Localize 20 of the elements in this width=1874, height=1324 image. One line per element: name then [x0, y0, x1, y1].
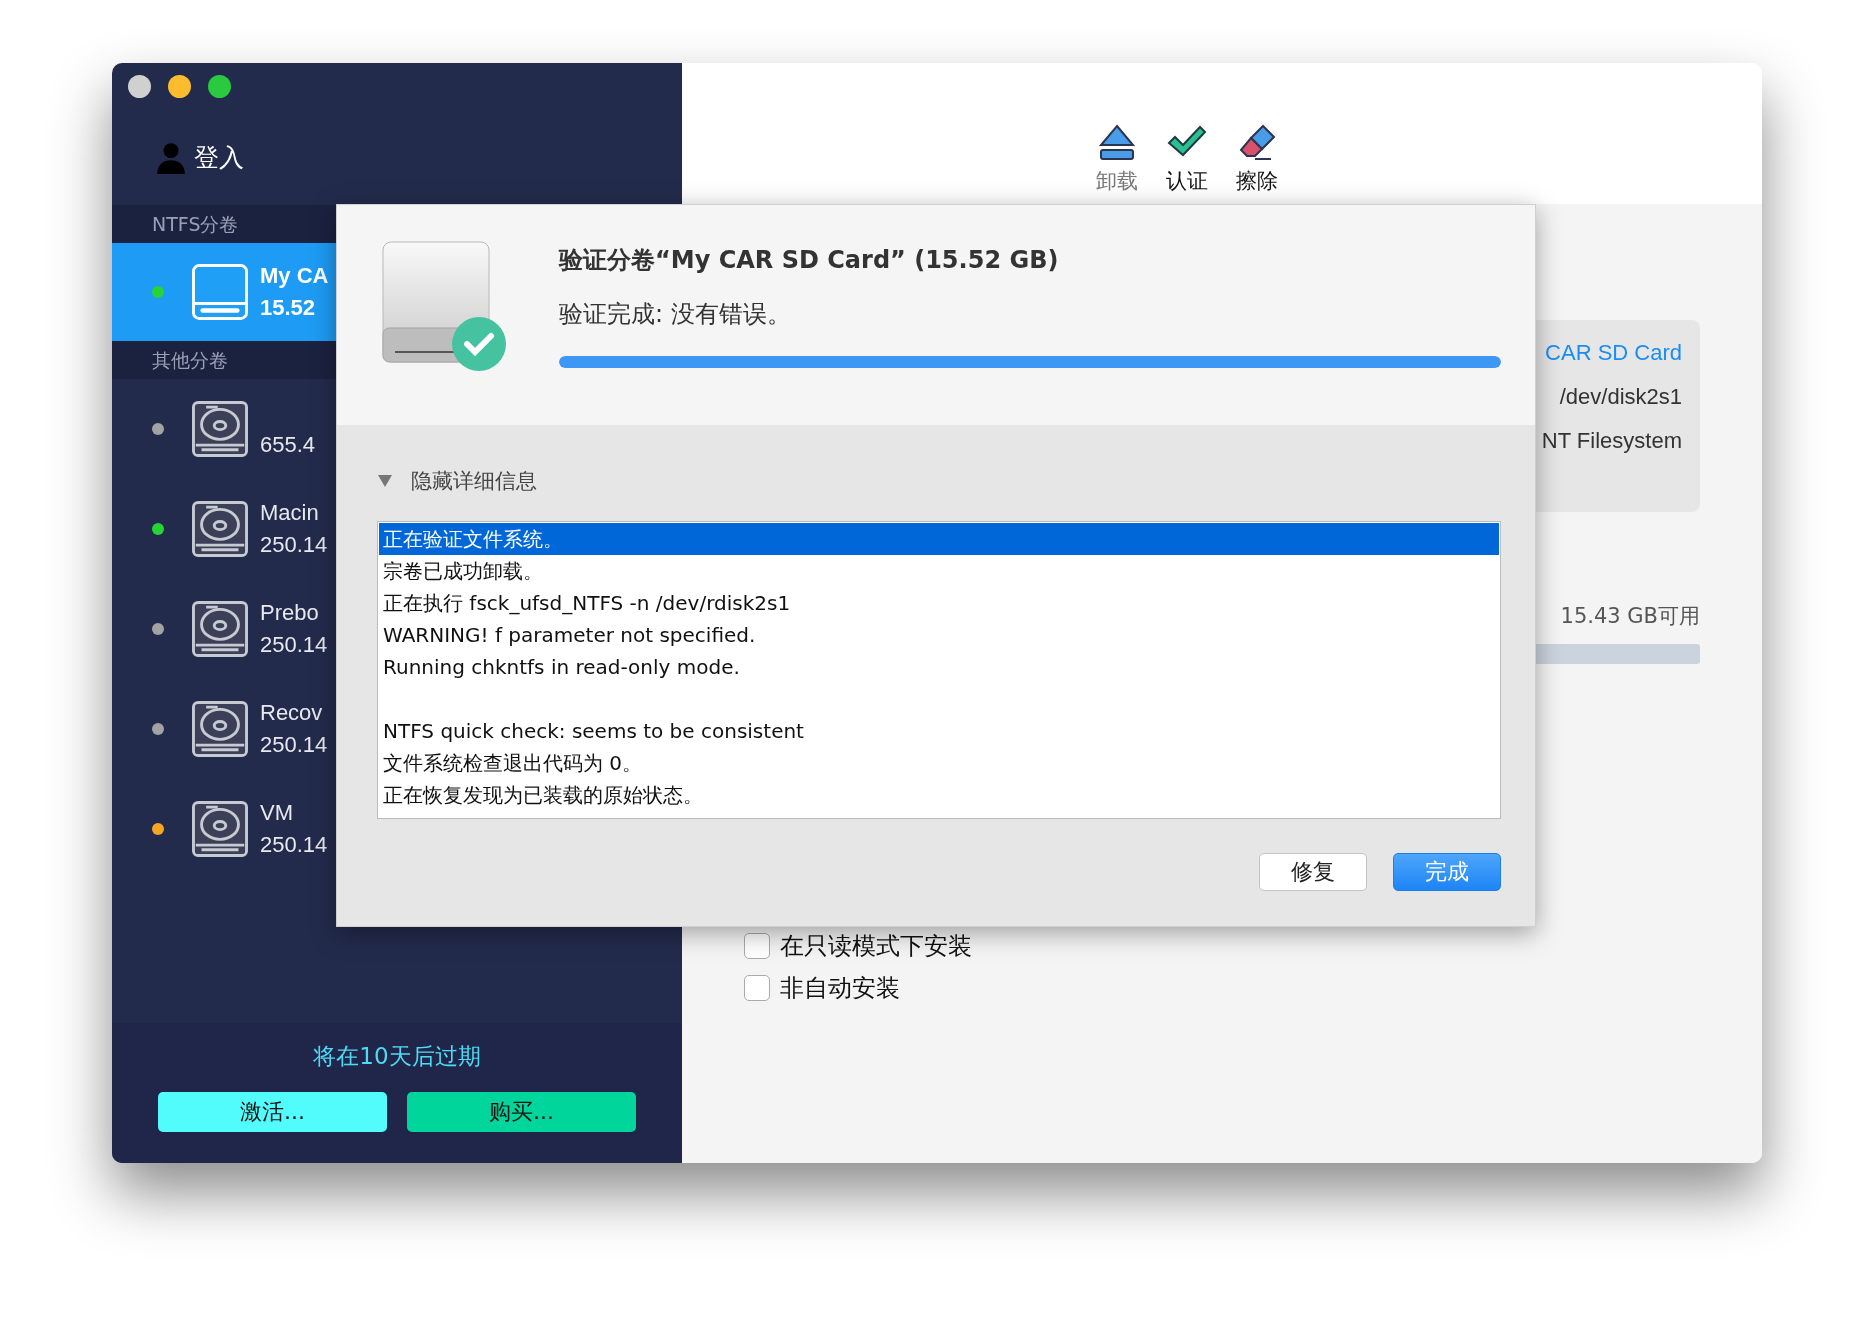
- volume-name: Recov: [260, 699, 324, 727]
- dialog-title: 验证分卷“My CAR SD Card” (15.52 GB): [559, 245, 1060, 276]
- option-label: 在只读模式下安装: [780, 931, 972, 962]
- trial-expiry-text: 将在10天后过期: [313, 1042, 481, 1071]
- volume-size: 250.14: [260, 631, 328, 659]
- volume-size: 250.14: [260, 731, 328, 759]
- volume-size: 250.14: [260, 831, 328, 859]
- volume-name: VM: [260, 799, 294, 827]
- available-space-text: 15.43 GB可用: [1560, 603, 1700, 630]
- option-label: 非自动安装: [780, 973, 900, 1004]
- volume-name: My CA: [260, 262, 329, 290]
- volume-name: CAR SD Card: [1545, 339, 1682, 367]
- volume-size: 250.14: [260, 531, 328, 559]
- verify-status-text: 验证完成: 没有错误。: [559, 299, 792, 330]
- volume-size: 15.52: [260, 294, 317, 322]
- volume-size: 655.4: [260, 431, 316, 459]
- volume-detail: NT Filesystem: [1541, 427, 1682, 455]
- volume-name: Macin: [260, 499, 320, 527]
- volume-detail: /dev/disk2s1: [1559, 383, 1682, 411]
- volume-name: Prebo: [260, 599, 320, 627]
